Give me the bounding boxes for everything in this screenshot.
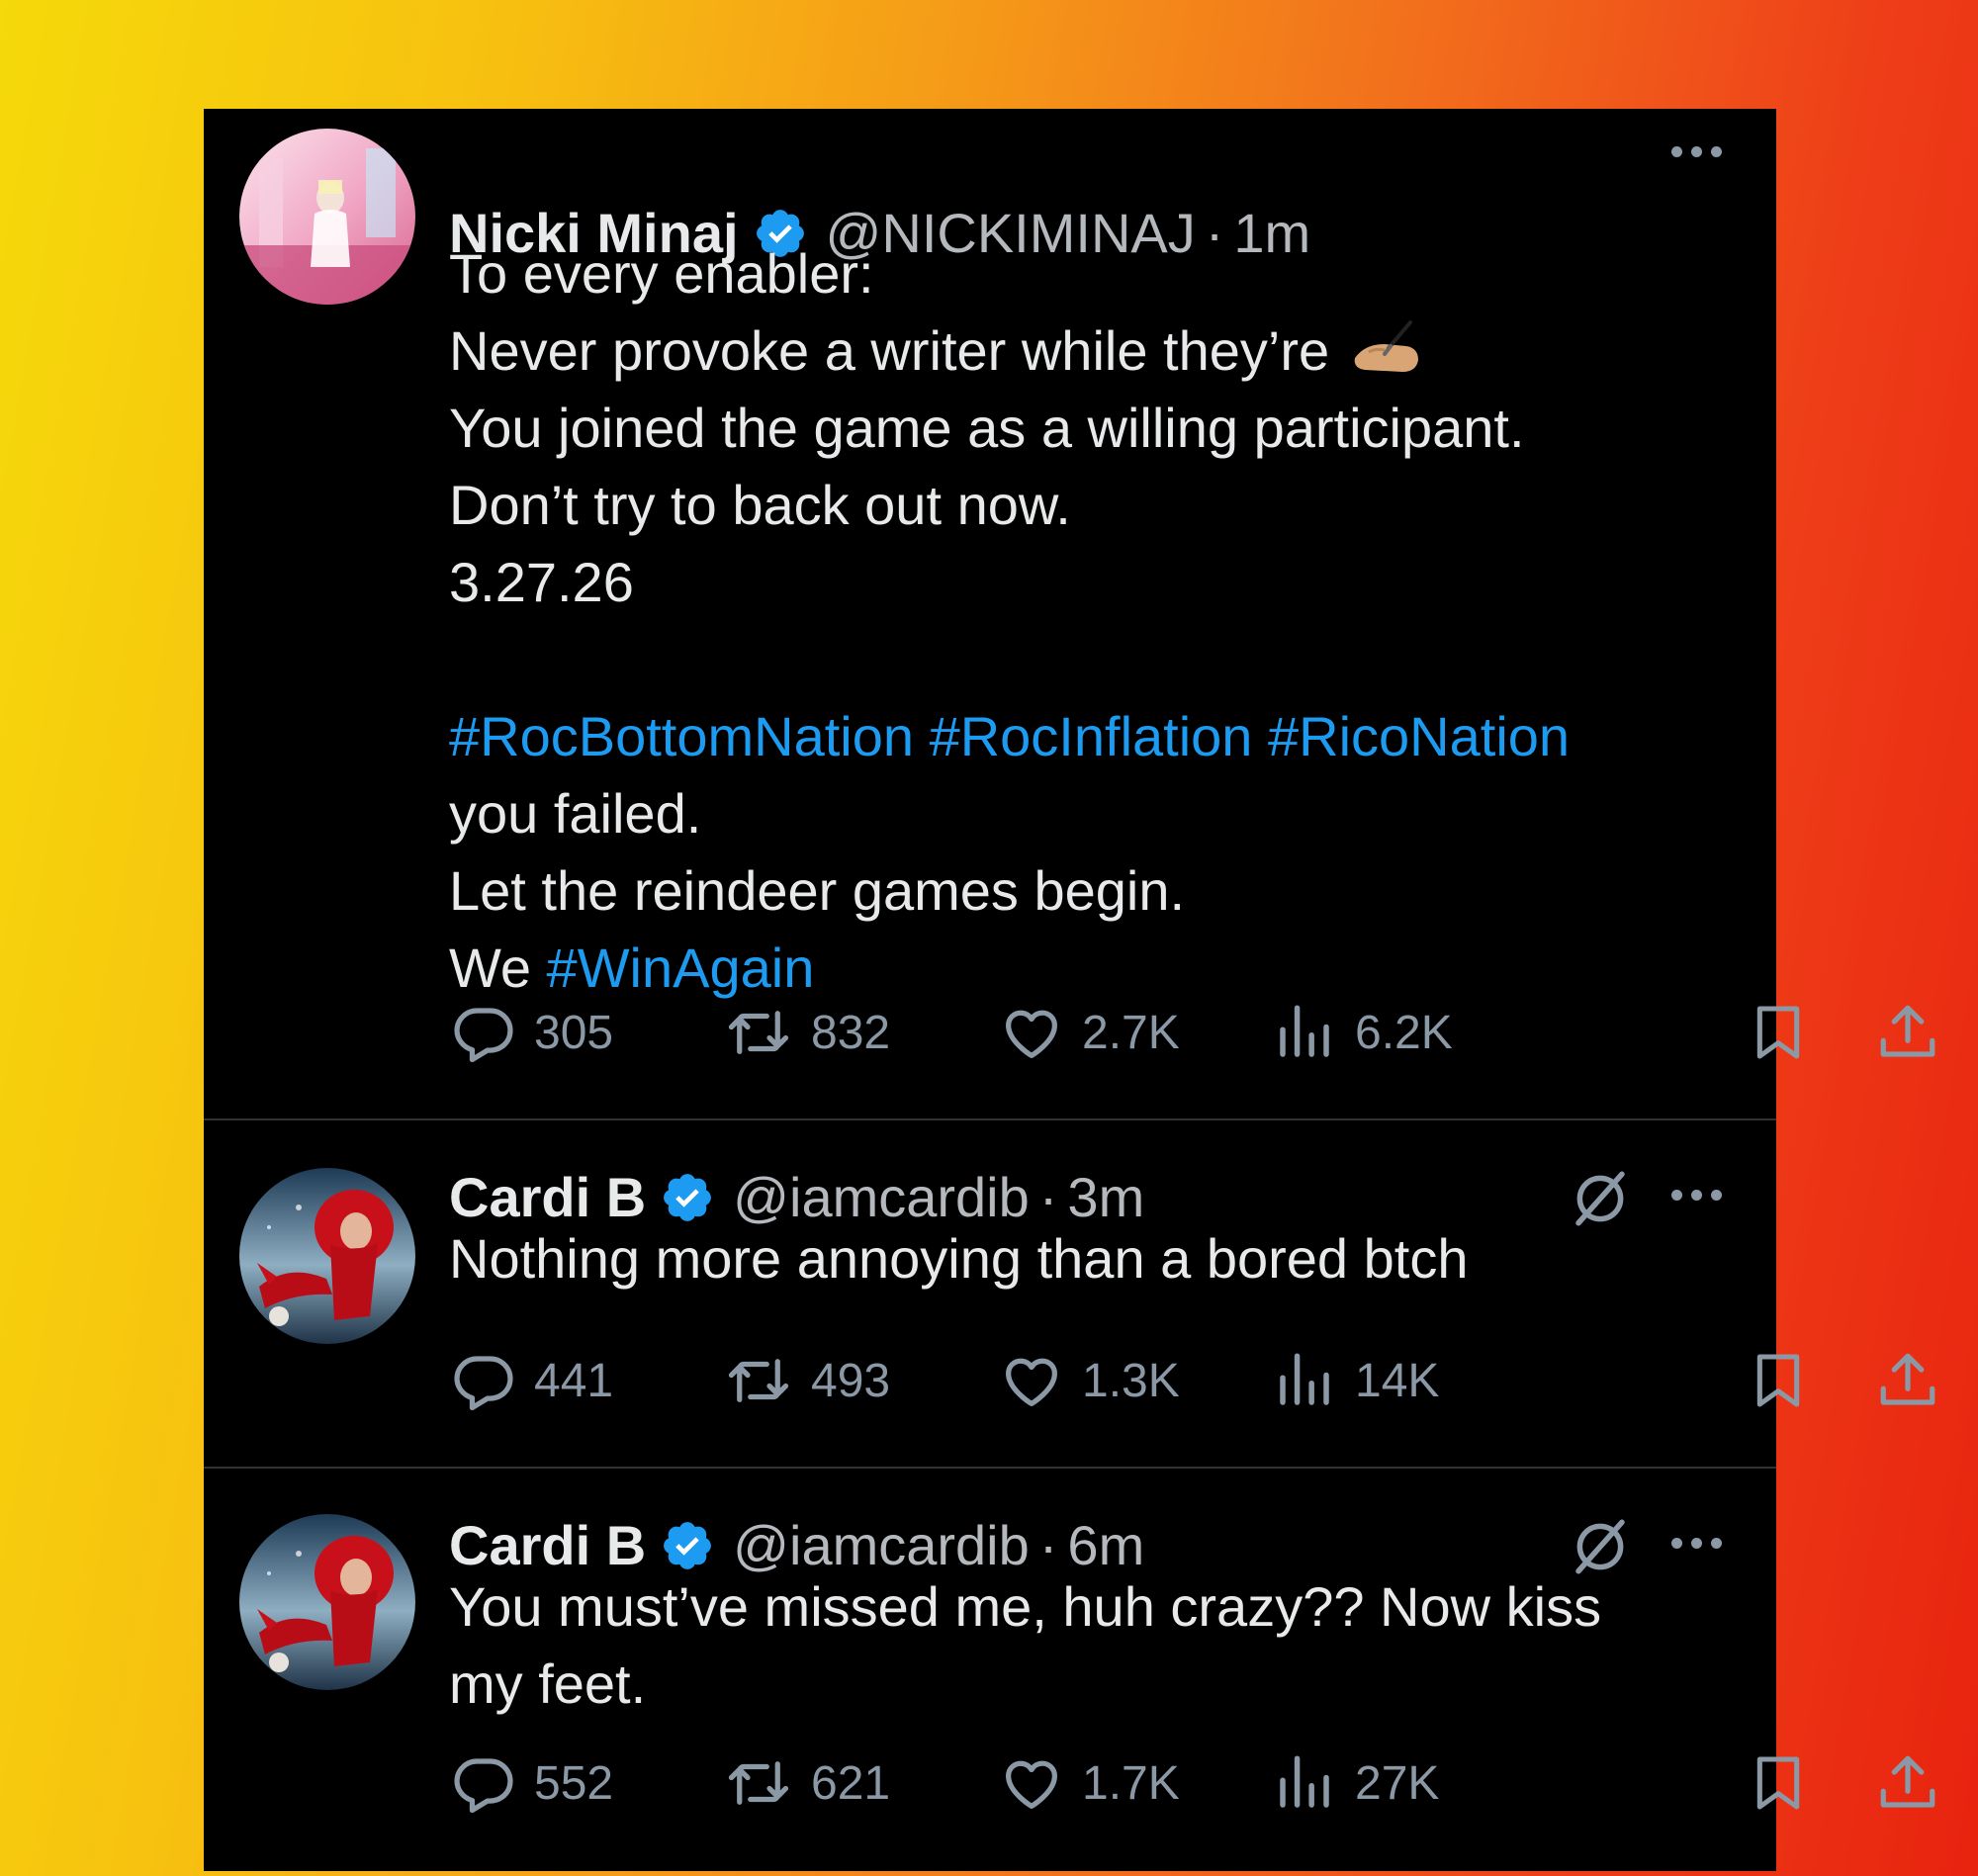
tweet-actions: 552 621 1.7K 27K (451, 1750, 1935, 1820)
views-button[interactable]: 14K (1272, 1348, 1439, 1413)
writing-hand-emoji (1345, 319, 1422, 382)
tweet-text-segment: You must’ve missed me, huh crazy?? Now k… (449, 1575, 1602, 1638)
reply-icon (451, 1000, 516, 1065)
tweet-text-line: You joined the game as a willing partici… (449, 390, 1754, 467)
tweet-actions: 305 832 2.7K 6.2K (451, 1000, 1935, 1069)
views-icon (1272, 1750, 1337, 1816)
repost-icon (724, 1750, 793, 1816)
reply-button[interactable]: 441 (451, 1348, 613, 1413)
tweet-text-segment: Nothing more annoying than a bored btch (449, 1227, 1469, 1290)
tweet-text-segment: you failed. (449, 782, 702, 845)
tweet-cardi-b[interactable]: Cardi B @iamcardib · 6m You must’ve miss… (204, 1469, 1935, 1871)
like-count: 2.7K (1082, 1006, 1180, 1059)
share-icon (1875, 1750, 1940, 1816)
avatar-cardi-b[interactable] (239, 1168, 415, 1344)
tweet-text-line: Nothing more annoying than a bored btch (449, 1220, 1754, 1297)
verified-badge-icon (660, 1170, 715, 1225)
views-icon (1272, 1000, 1337, 1065)
tweet-text: Nothing more annoying than a bored btch (449, 1220, 1754, 1297)
like-count: 1.7K (1082, 1756, 1180, 1810)
repost-count: 493 (811, 1354, 891, 1407)
avatar-nicki-minaj[interactable] (239, 129, 415, 305)
tweet-text-segment: my feet. (449, 1653, 647, 1715)
views-count: 14K (1355, 1354, 1440, 1407)
bookmark-button[interactable] (1747, 1750, 1828, 1816)
like-button[interactable]: 1.3K (999, 1348, 1180, 1413)
tweet-text-line: my feet. (449, 1646, 1754, 1723)
repost-button[interactable]: 832 (724, 1000, 890, 1065)
more-options-icon[interactable] (1671, 146, 1722, 157)
bookmark-icon (1747, 1750, 1810, 1816)
tweet-text-segment: Never provoke a writer while they’re (449, 319, 1345, 382)
more-options-icon[interactable] (1671, 1538, 1722, 1549)
tweet-text-line: Never provoke a writer while they’re (449, 313, 1754, 390)
share-icon (1875, 1000, 1940, 1065)
share-button[interactable] (1875, 1000, 1958, 1065)
tweet-cardi-b[interactable]: Cardi B @iamcardib · 3m Nothing more ann… (204, 1120, 1935, 1469)
tweet-text-line: #RocBottomNation #RocInflation #RicoNati… (449, 698, 1754, 775)
tweet-text-line: Let the reindeer games begin. (449, 852, 1754, 930)
repost-count: 621 (811, 1756, 891, 1810)
like-button[interactable]: 2.7K (999, 1000, 1180, 1065)
share-button[interactable] (1875, 1348, 1958, 1413)
tweet-text-line: 3.27.26 (449, 544, 1754, 621)
tweet-text-segment: 3.27.26 (449, 551, 634, 613)
views-button[interactable]: 6.2K (1272, 1000, 1453, 1065)
tweet-actions: 441 493 1.3K 14K (451, 1348, 1935, 1417)
views-icon (1272, 1348, 1337, 1413)
tweet-text-line: You must’ve missed me, huh crazy?? Now k… (449, 1568, 1754, 1646)
tweet-text-segment: We (449, 937, 547, 999)
tweet-text-line: To every enabler: (449, 235, 1754, 313)
reply-button[interactable]: 552 (451, 1750, 613, 1816)
share-button[interactable] (1875, 1750, 1958, 1816)
repost-button[interactable]: 621 (724, 1750, 890, 1816)
bookmark-button[interactable] (1747, 1000, 1828, 1065)
tweet-text-segment: You joined the game as a willing partici… (449, 397, 1525, 459)
tweet-nicki-minaj[interactable]: Nicki Minaj @NICKIMINAJ · 1m To every en… (204, 109, 1935, 1120)
repost-icon (724, 1348, 793, 1413)
views-count: 27K (1355, 1756, 1440, 1810)
bookmark-icon (1747, 1348, 1810, 1413)
reply-button[interactable]: 305 (451, 1000, 613, 1065)
like-button[interactable]: 1.7K (999, 1750, 1180, 1816)
tweet-text-segment: Don’t try to back out now. (449, 474, 1071, 536)
bookmark-button[interactable] (1747, 1348, 1828, 1413)
tweet-text-line: We #WinAgain (449, 930, 1754, 1007)
tweet-text: To every enabler: Never provoke a writer … (449, 235, 1754, 1007)
reply-icon (451, 1348, 516, 1413)
tweet-text-line: you failed. (449, 775, 1754, 852)
reply-icon (451, 1750, 516, 1816)
tweet-text: You must’ve missed me, huh crazy?? Now k… (449, 1568, 1754, 1723)
hashtag-link[interactable]: #RocBottomNation #RocInflation #RicoNati… (449, 705, 1570, 767)
bookmark-icon (1747, 1000, 1810, 1065)
reply-count: 552 (534, 1756, 614, 1810)
like-icon (999, 1750, 1064, 1816)
reply-count: 441 (534, 1354, 614, 1407)
verified-badge-icon (660, 1518, 715, 1573)
tweet-text-segment: To every enabler: (449, 242, 874, 305)
tweet-text-line: Don’t try to back out now. (449, 467, 1754, 544)
views-button[interactable]: 27K (1272, 1750, 1439, 1816)
tweet-feed: Nicki Minaj @NICKIMINAJ · 1m To every en… (204, 109, 1935, 1871)
tweet-text-line (449, 621, 1754, 698)
views-count: 6.2K (1355, 1006, 1453, 1059)
reply-count: 305 (534, 1006, 614, 1059)
more-options-icon[interactable] (1671, 1190, 1722, 1201)
repost-button[interactable]: 493 (724, 1348, 890, 1413)
like-icon (999, 1348, 1064, 1413)
repost-count: 832 (811, 1006, 891, 1059)
avatar-cardi-b[interactable] (239, 1514, 415, 1690)
repost-icon (724, 1000, 793, 1065)
like-icon (999, 1000, 1064, 1065)
hashtag-link[interactable]: #WinAgain (547, 937, 815, 999)
share-icon (1875, 1348, 1940, 1413)
like-count: 1.3K (1082, 1354, 1180, 1407)
tweet-text-segment: Let the reindeer games begin. (449, 859, 1186, 922)
